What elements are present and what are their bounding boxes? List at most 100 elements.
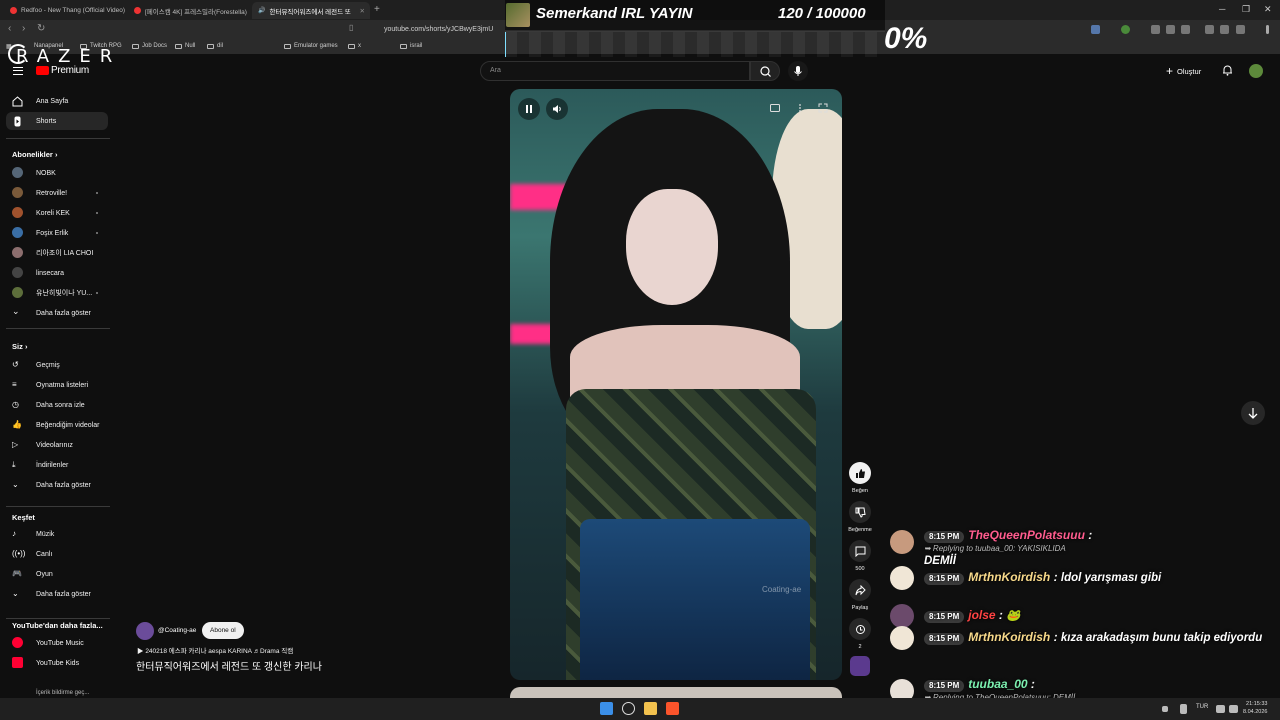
content-report-hint[interactable]: İçerik bildirme geç... <box>36 690 89 696</box>
sidebar-item[interactable]: ≡ Oynatma listeleri <box>6 376 108 394</box>
extension-icon[interactable] <box>1121 25 1130 34</box>
bookmark-item[interactable]: x <box>348 43 361 49</box>
voice-search-button[interactable] <box>788 61 808 81</box>
sidebar-item[interactable]: 👍 Beğendiğim videolar <box>6 416 108 434</box>
taskbar-clock[interactable]: 21:15:33 8.04.2026 <box>1243 700 1267 716</box>
windows-start-icon[interactable] <box>600 702 613 715</box>
sound-thumbnail[interactable] <box>850 656 870 676</box>
captions-icon[interactable] <box>770 103 780 113</box>
show-more-subscriptions[interactable]: ⌄ Daha fazla göster <box>6 304 108 322</box>
shorts-video-player[interactable]: Coating-ae <box>510 89 842 680</box>
sidebar-item[interactable]: ♪ Müzik <box>6 525 108 543</box>
sidebar-item[interactable]: ((•)) Canlı <box>6 545 108 563</box>
tab-label: Redfoo - New Thang (Official Video) <box>21 7 126 14</box>
subscriptions-header[interactable]: Abonelikler › <box>12 150 57 159</box>
sidebar-item[interactable]: ▷ Videolarınız <box>6 436 108 454</box>
fullscreen-icon[interactable] <box>818 103 828 113</box>
more-from-youtube-header: YouTube'dan daha fazla... <box>12 621 103 630</box>
sidebar-item[interactable]: ↺ Geçmiş <box>6 356 108 374</box>
remix-button[interactable] <box>849 618 871 640</box>
dislike-button[interactable] <box>849 501 871 523</box>
remix-action[interactable]: 2 <box>849 618 871 650</box>
extension-icon[interactable] <box>1151 25 1160 34</box>
like-button[interactable] <box>849 462 871 484</box>
close-window-button[interactable]: ✕ <box>1264 4 1272 15</box>
share-button[interactable] <box>849 579 871 601</box>
new-content-dot-icon <box>96 192 98 194</box>
channel-name[interactable]: @Coating-ae <box>158 627 196 634</box>
more-options-icon[interactable] <box>795 103 805 113</box>
subscription-item[interactable]: 유난히빛이나 YU... <box>6 284 108 302</box>
channel-avatar[interactable] <box>136 622 154 640</box>
comments-action[interactable]: 500 <box>849 540 871 572</box>
forward-icon[interactable]: › <box>22 23 25 34</box>
browser-tab-active[interactable]: 🔊 한터뮤직어워즈에서 레전드 또 ✕ <box>252 2 370 19</box>
subscription-item[interactable]: linsecara <box>6 264 108 282</box>
sidebar-item[interactable]: ⌄ Daha fazla göster <box>6 476 108 494</box>
extension-icon[interactable] <box>1205 25 1214 34</box>
microphone-tray-icon[interactable] <box>1180 704 1187 714</box>
account-avatar[interactable] <box>1249 64 1263 78</box>
dislike-action[interactable]: Beğenme <box>848 501 872 533</box>
subscription-item[interactable]: Koreli KEK <box>6 204 108 222</box>
network-icon[interactable] <box>1216 705 1225 713</box>
new-tab-button[interactable]: + <box>374 4 380 15</box>
vpn-icon[interactable] <box>1236 25 1245 34</box>
brave-browser-icon[interactable] <box>666 702 679 715</box>
subscription-item[interactable]: 리아조이 LIA CHOI <box>6 244 108 262</box>
bookmark-icon[interactable]: ▯ <box>349 23 353 32</box>
reload-icon[interactable]: ↻ <box>37 23 45 34</box>
youtube-logo-icon[interactable] <box>36 66 49 75</box>
subscription-item[interactable]: Foşix Erlik <box>6 224 108 242</box>
search-input[interactable]: Ara <box>480 61 750 81</box>
comment-icon <box>855 546 865 557</box>
bookmark-item[interactable]: Emulator games <box>284 43 338 49</box>
subscribe-button[interactable]: Abone ol <box>202 622 244 639</box>
sound-line[interactable]: ▶ 240218 에스파 카리나 aespa KARINA ♬Drama 직캠 <box>137 645 293 655</box>
sidebar-item-shorts[interactable]: Shorts <box>6 112 108 130</box>
next-short-button[interactable] <box>1241 401 1265 425</box>
sidebar-item[interactable]: ⤓ İndirilenler <box>6 456 108 474</box>
folder-icon <box>207 43 214 49</box>
input-language[interactable]: TUR <box>1196 704 1208 710</box>
sidebar-item[interactable]: ⌄ Daha fazla göster <box>6 585 108 603</box>
like-action[interactable]: Beğen <box>849 462 871 494</box>
extension-icon[interactable] <box>1181 25 1190 34</box>
maximize-button[interactable]: ❐ <box>1242 4 1250 15</box>
notifications-bell-icon[interactable] <box>1222 64 1233 76</box>
extension-icon[interactable] <box>1166 25 1175 34</box>
sidebar-item[interactable]: ◷ Daha sonra izle <box>6 396 108 414</box>
extension-icon[interactable] <box>1091 25 1100 34</box>
browser-tab[interactable]: Redfoo - New Thang (Official Video) <box>4 2 126 19</box>
back-icon[interactable]: ‹ <box>8 23 11 34</box>
sidebar-item[interactable]: 🎮 Oyun <box>6 565 108 583</box>
sidebar-item-youtube-music[interactable]: YouTube Music <box>6 634 108 652</box>
hamburger-menu-icon[interactable] <box>13 67 23 75</box>
volume-tray-icon[interactable] <box>1229 705 1238 713</box>
pause-button[interactable] <box>518 98 540 120</box>
subscription-item[interactable]: NOBK <box>6 164 108 182</box>
comments-button[interactable] <box>849 540 871 562</box>
sidebar-item-youtube-kids[interactable]: YouTube Kids <box>6 654 108 672</box>
sidebar-toggle-icon[interactable] <box>1220 25 1229 34</box>
create-button[interactable]: + Oluştur <box>1166 62 1201 80</box>
browser-tab[interactable]: [페이스캠 4K] 프레스밀라(Forestella) <box>128 2 250 19</box>
tray-chevron-icon[interactable] <box>1162 706 1168 712</box>
channel-avatar <box>12 287 23 298</box>
bookmark-item[interactable]: dil <box>207 43 223 49</box>
sidebar-item-home[interactable]: Ana Sayfa <box>6 92 108 110</box>
bookmark-item[interactable]: israil <box>400 43 422 49</box>
bookmark-item[interactable]: Null <box>175 43 195 49</box>
you-header[interactable]: Siz › <box>12 342 27 351</box>
menu-icon[interactable] <box>1266 25 1269 34</box>
close-tab-icon[interactable]: ✕ <box>360 7 365 15</box>
search-button[interactable] <box>750 61 780 81</box>
subscription-item[interactable]: Retroville! <box>6 184 108 202</box>
bookmark-item[interactable]: Job Docs <box>132 43 167 49</box>
pause-icon <box>526 105 532 113</box>
taskbar-search-icon[interactable] <box>622 702 635 715</box>
file-explorer-icon[interactable] <box>644 702 657 715</box>
volume-button[interactable] <box>546 98 568 120</box>
share-action[interactable]: Paylaş <box>849 579 871 611</box>
minimize-button[interactable]: ─ <box>1219 4 1225 14</box>
